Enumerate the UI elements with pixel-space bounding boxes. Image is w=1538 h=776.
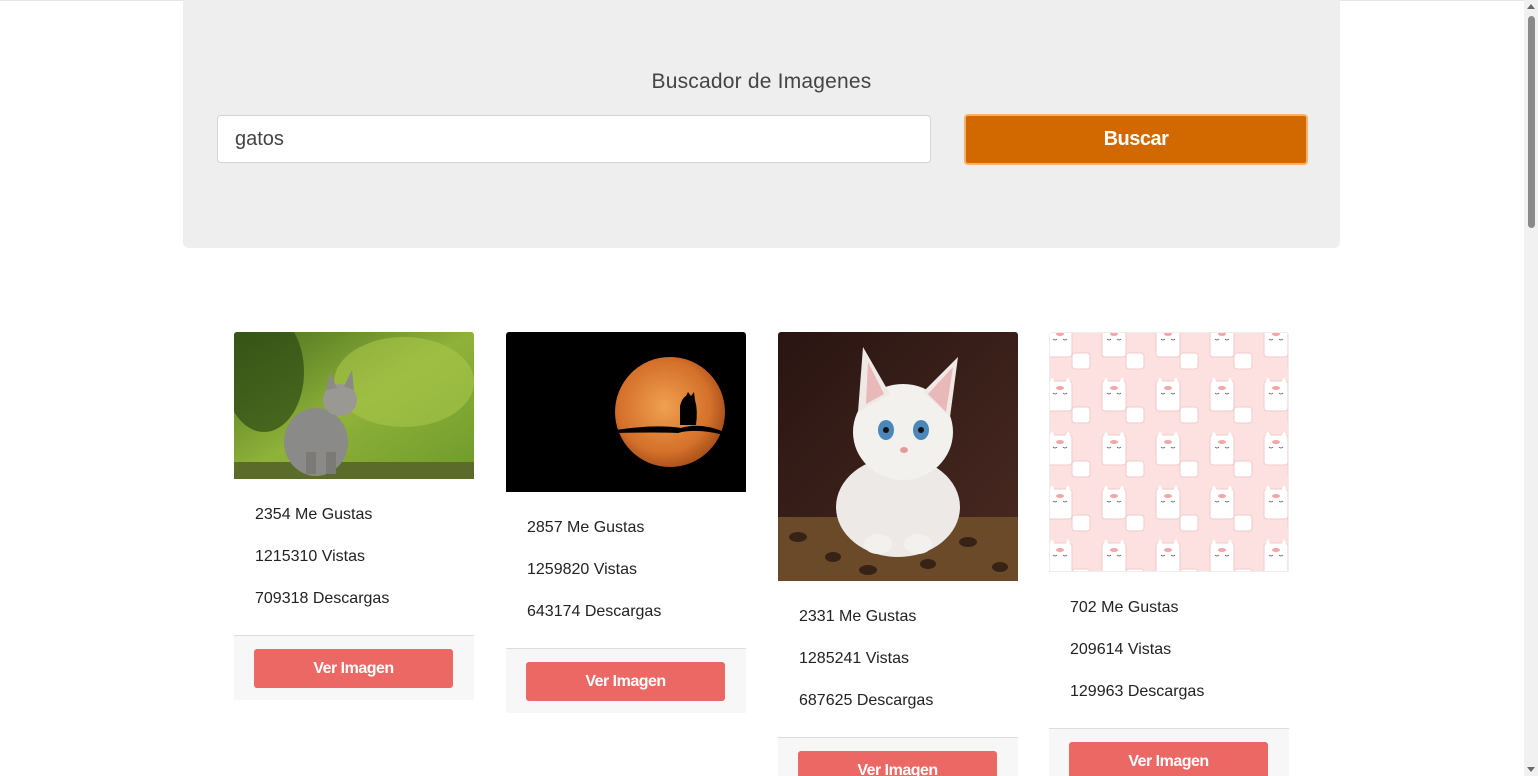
page-title: Buscador de Imagenes [651, 70, 872, 93]
search-button[interactable]: Buscar [964, 114, 1308, 165]
image-card: 2331 Me Gustas 1285241 Vistas 687625 Des… [778, 332, 1018, 776]
card-footer: Ver Imagen [234, 635, 474, 700]
card-image-kitten-grass [234, 332, 474, 479]
likes-count: 2857 Me Gustas [527, 519, 645, 536]
view-image-button[interactable]: Ver Imagen [526, 662, 725, 701]
scroll-thumb[interactable] [1528, 16, 1535, 228]
card-stats: 2857 Me Gustas 1259820 Vistas 643174 Des… [506, 492, 746, 648]
card-image-white-kitten [778, 332, 1018, 581]
card-stats: 2331 Me Gustas 1285241 Vistas 687625 Des… [778, 581, 1018, 737]
views-count: 209614 Vistas [1070, 641, 1172, 658]
image-card: 702 Me Gustas 209614 Vistas 129963 Desca… [1049, 332, 1289, 776]
image-card: 2857 Me Gustas 1259820 Vistas 643174 Des… [506, 332, 746, 713]
card-footer: Ver Imagen [778, 737, 1018, 776]
likes-count: 702 Me Gustas [1070, 599, 1179, 616]
card-stats: 702 Me Gustas 209614 Vistas 129963 Desca… [1049, 572, 1289, 728]
scroll-up-arrow-icon[interactable] [1527, 4, 1535, 9]
views-count: 1215310 Vistas [255, 548, 366, 565]
search-input[interactable] [217, 115, 931, 163]
downloads-count: 709318 Descargas [255, 590, 390, 607]
image-card: 2354 Me Gustas 1215310 Vistas 709318 Des… [234, 332, 474, 700]
card-footer: Ver Imagen [1049, 728, 1289, 776]
downloads-count: 129963 Descargas [1070, 683, 1205, 700]
likes-count: 2331 Me Gustas [799, 608, 917, 625]
search-panel: Buscador de Imagenes Buscar [183, 0, 1340, 248]
downloads-count: 643174 Descargas [527, 603, 662, 620]
vertical-scrollbar[interactable] [1524, 0, 1538, 776]
likes-count: 2354 Me Gustas [255, 506, 373, 523]
card-image-cat-moon [506, 332, 746, 492]
view-image-button[interactable]: Ver Imagen [254, 649, 453, 688]
views-count: 1259820 Vistas [527, 561, 638, 578]
view-image-button[interactable]: Ver Imagen [1069, 742, 1268, 776]
view-image-button[interactable]: Ver Imagen [798, 751, 997, 776]
scroll-down-arrow-icon[interactable] [1527, 767, 1535, 772]
card-image-pink-pattern [1049, 332, 1289, 572]
views-count: 1285241 Vistas [799, 650, 910, 667]
downloads-count: 687625 Descargas [799, 692, 934, 709]
card-stats: 2354 Me Gustas 1215310 Vistas 709318 Des… [234, 479, 474, 635]
card-footer: Ver Imagen [506, 648, 746, 713]
